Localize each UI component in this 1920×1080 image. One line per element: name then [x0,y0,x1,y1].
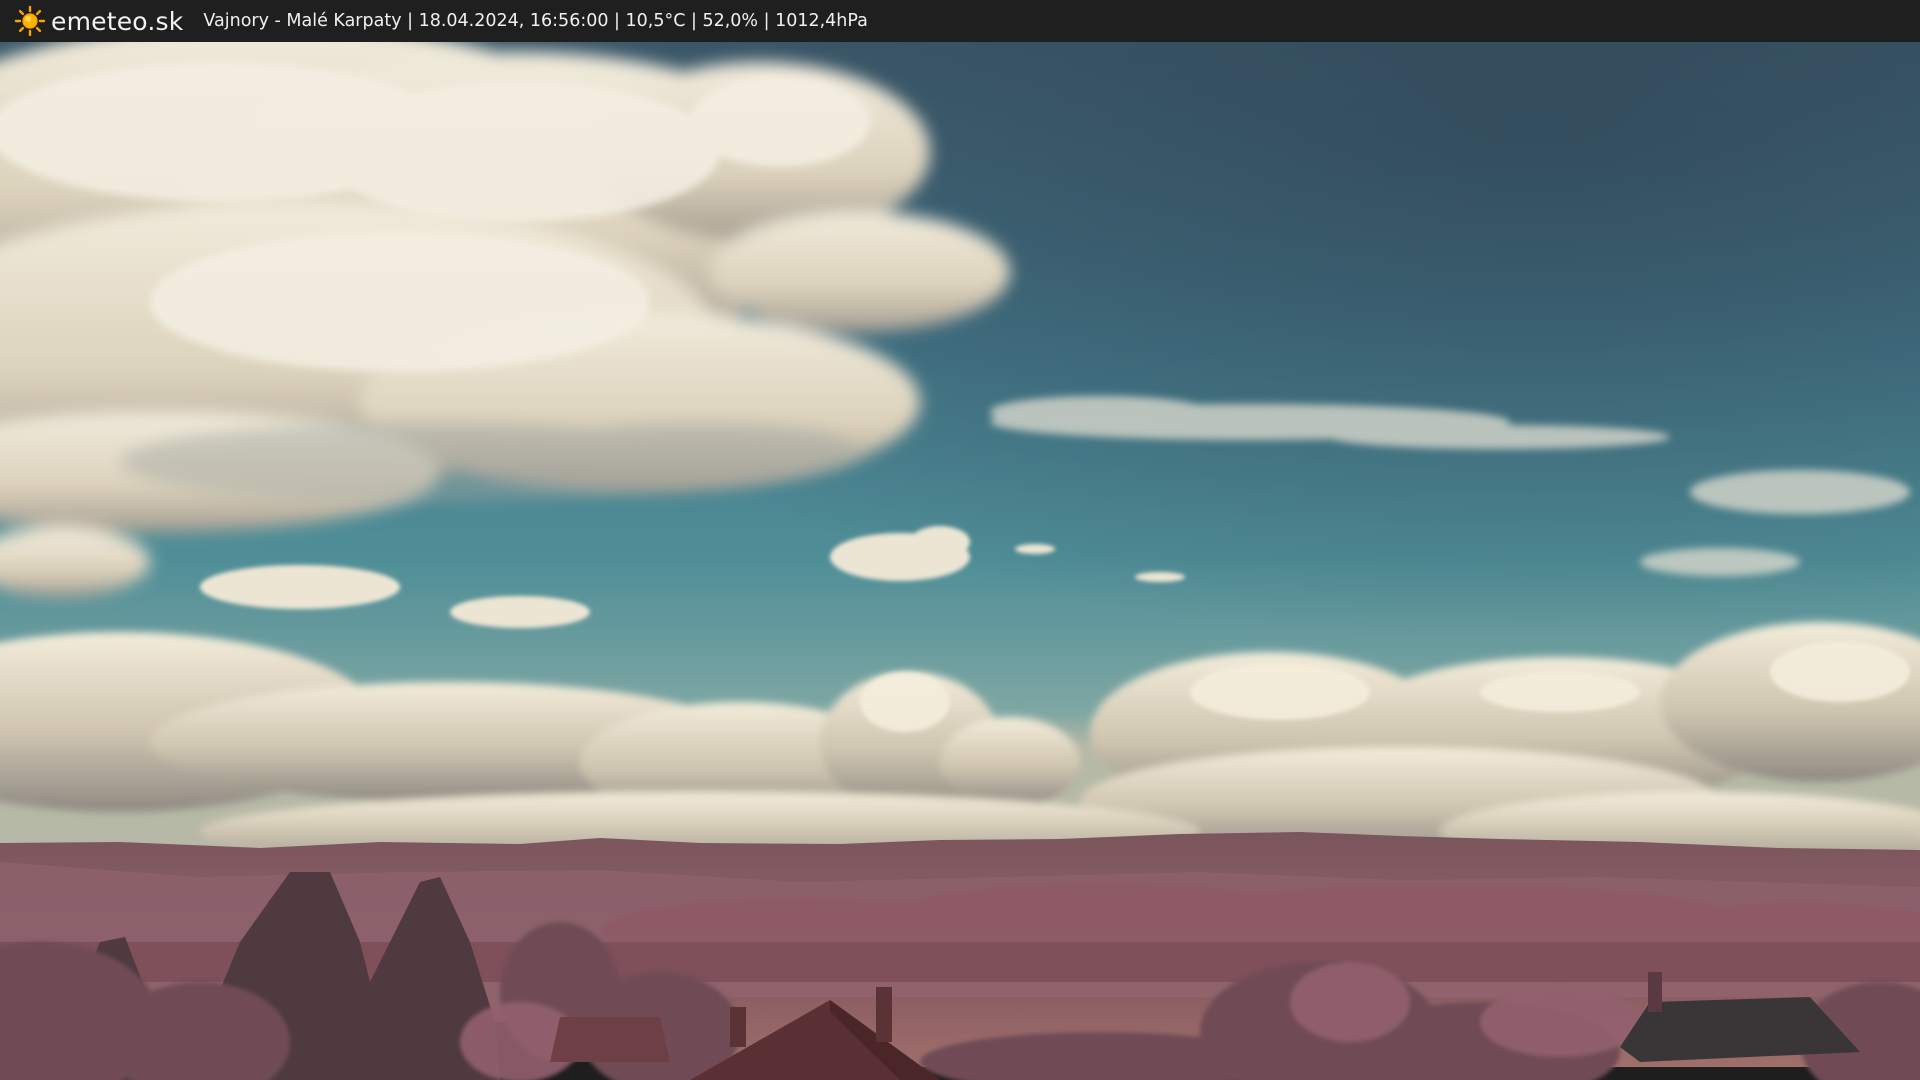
caption-bar: emeteo.sk Vajnory - Malé Karpaty | 18.04… [0,0,1920,42]
brand-name: emeteo.sk [51,6,184,36]
landscape-photo [0,42,1920,1080]
sun-icon [14,5,46,37]
webcam-image [0,42,1920,1080]
webcam-frame: emeteo.sk Vajnory - Malé Karpaty | 18.04… [0,0,1920,1080]
station-caption: Vajnory - Malé Karpaty | 18.04.2024, 16:… [203,11,868,31]
logo[interactable]: emeteo.sk [14,0,183,42]
